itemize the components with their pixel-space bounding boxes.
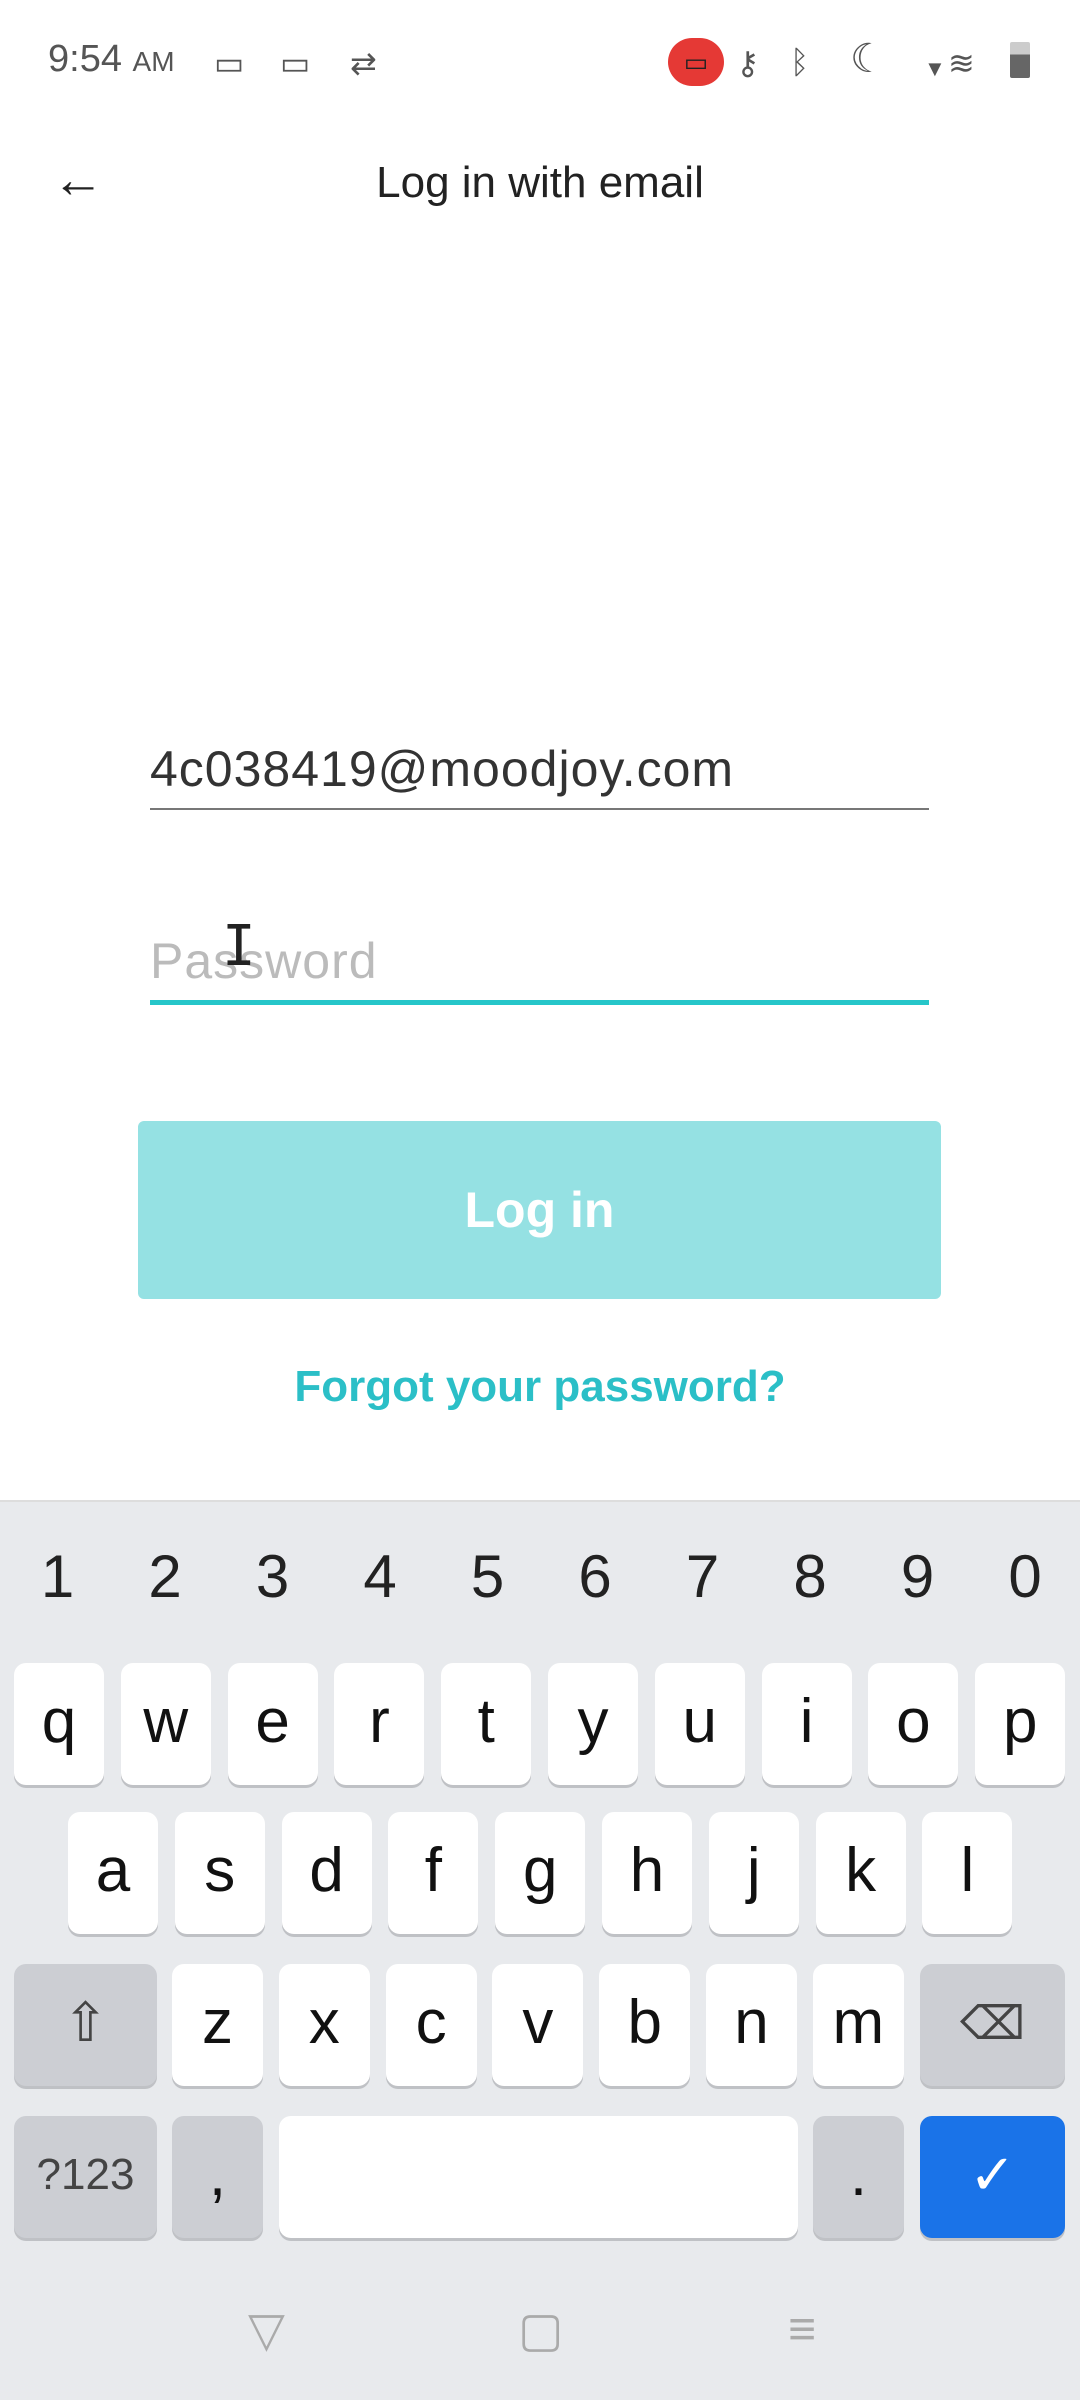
text-cursor-icon: I <box>222 914 256 979</box>
number-key-6[interactable]: 6 <box>542 1542 649 1611</box>
bluetooth-icon: ᛒ <box>790 44 810 80</box>
key-z[interactable]: z <box>172 1964 263 2086</box>
screen-record-icon: ▭ <box>280 45 311 81</box>
key-q[interactable]: q <box>14 1663 104 1785</box>
key-i[interactable]: i <box>761 1663 852 1785</box>
vpn-key-icon: ⚷ <box>736 45 760 81</box>
key-l[interactable]: l <box>922 1812 1013 1934</box>
key-r[interactable]: r <box>334 1663 425 1785</box>
wifi-icon: ≋ <box>948 45 975 81</box>
key-m[interactable]: m <box>812 1964 904 2086</box>
number-key-8[interactable]: 8 <box>757 1542 864 1611</box>
keyboard: 1234567890 qwertyuiopasdfghjklzxcvbnm ⇧ … <box>0 1500 1080 2400</box>
key-p[interactable]: p <box>975 1663 1066 1785</box>
symbols-key[interactable]: ?123 <box>14 2116 157 2238</box>
page-title: Log in with email <box>376 158 704 207</box>
number-key-1[interactable]: 1 <box>4 1542 111 1611</box>
signal-arrow-icon: ▼ <box>924 56 946 81</box>
key-a[interactable]: a <box>68 1812 158 1934</box>
key-c[interactable]: c <box>385 1964 477 2086</box>
key-f[interactable]: f <box>388 1812 479 1934</box>
login-button[interactable]: Log in <box>138 1121 941 1299</box>
do-not-disturb-moon-icon: ☾ <box>850 37 886 81</box>
key-y[interactable]: y <box>548 1663 638 1785</box>
key-k[interactable]: k <box>815 1812 906 1934</box>
key-d[interactable]: d <box>281 1812 372 1934</box>
sync-icon: ⇄ <box>350 45 377 81</box>
number-key-4[interactable]: 4 <box>327 1542 434 1611</box>
back-nav-icon[interactable]: ▽ <box>248 2302 285 2358</box>
number-key-5[interactable]: 5 <box>434 1542 541 1611</box>
comma-key[interactable]: , <box>172 2116 263 2238</box>
key-h[interactable]: h <box>602 1812 692 1934</box>
screen-record-icon: ▭ <box>214 45 245 81</box>
clock: 9:54 AM <box>48 38 175 80</box>
key-t[interactable]: t <box>441 1663 532 1785</box>
number-key-7[interactable]: 7 <box>649 1542 756 1611</box>
status-bar: 9:54 AM ▭ ▭ ⇄ ▭ ⚷ ᛒ ☾ ▼ ≋ <box>0 0 1080 120</box>
key-e[interactable]: e <box>227 1663 318 1785</box>
key-b[interactable]: b <box>599 1964 691 2086</box>
number-key-9[interactable]: 9 <box>864 1542 971 1611</box>
key-w[interactable]: w <box>120 1663 211 1785</box>
key-n[interactable]: n <box>706 1964 797 2086</box>
period-key[interactable]: . <box>813 2116 904 2238</box>
key-u[interactable]: u <box>654 1663 745 1785</box>
recording-icon: ▭ <box>668 38 724 86</box>
key-g[interactable]: g <box>495 1812 586 1934</box>
shift-key[interactable]: ⇧ <box>14 1964 157 2086</box>
number-key-3[interactable]: 3 <box>219 1542 326 1611</box>
forgot-password-link[interactable]: Forgot your password? <box>0 1362 1080 1412</box>
number-key-0[interactable]: 0 <box>972 1542 1079 1611</box>
email-field[interactable]: 4c038419@moodjoy.com <box>150 740 929 810</box>
enter-check-key[interactable]: ✓ <box>920 2116 1065 2238</box>
backspace-key[interactable]: ⌫ <box>920 1964 1065 2086</box>
home-nav-icon[interactable]: ▢ <box>518 2302 563 2358</box>
recents-nav-icon[interactable]: ≡ <box>788 2302 816 2357</box>
space-key[interactable] <box>279 2116 798 2238</box>
password-field[interactable]: Password <box>150 932 929 1005</box>
key-v[interactable]: v <box>492 1964 584 2086</box>
key-s[interactable]: s <box>174 1812 265 1934</box>
key-x[interactable]: x <box>278 1964 370 2086</box>
number-key-2[interactable]: 2 <box>112 1542 219 1611</box>
battery-icon <box>1010 42 1030 78</box>
key-o[interactable]: o <box>868 1663 959 1785</box>
key-j[interactable]: j <box>708 1812 799 1934</box>
